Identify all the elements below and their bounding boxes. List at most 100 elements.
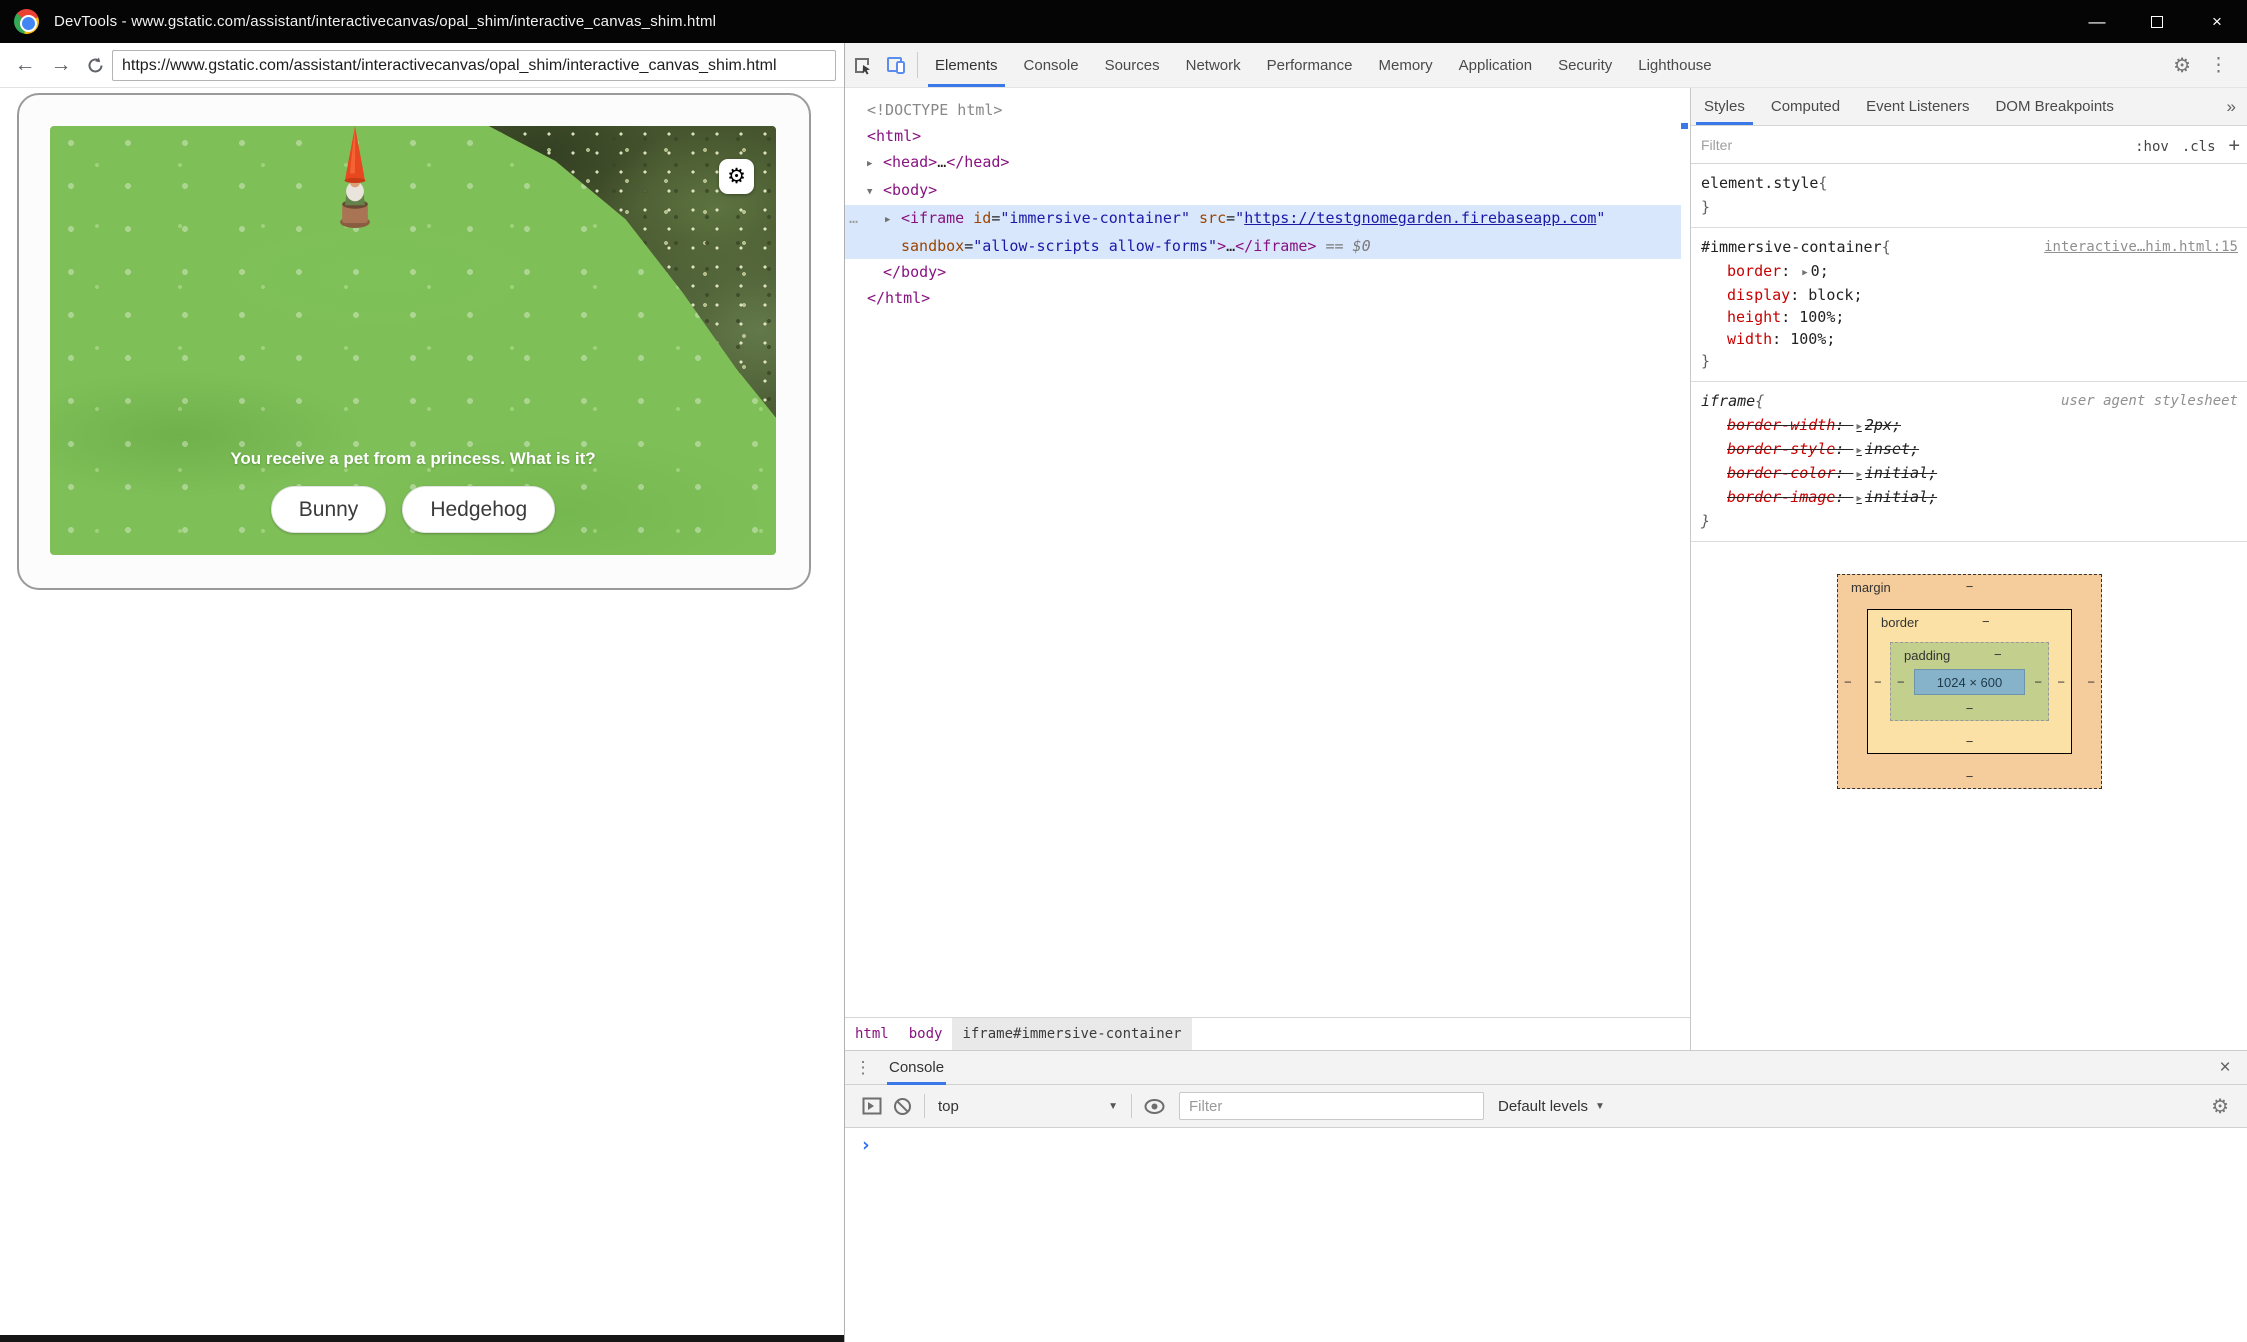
tab-memory[interactable]: Memory xyxy=(1366,43,1446,87)
css-selector[interactable]: #immersive-container xyxy=(1701,235,1882,260)
tab-console[interactable]: Console xyxy=(1011,43,1092,87)
choice-button-hedgehog[interactable]: Hedgehog xyxy=(402,486,555,533)
margin-bottom-value: − xyxy=(1966,769,1974,784)
property-value: 100% xyxy=(1790,330,1826,348)
log-levels-select[interactable]: Default levels ▼ xyxy=(1498,1098,1605,1115)
property-colon: : xyxy=(1781,308,1799,326)
choice-button-bunny[interactable]: Bunny xyxy=(271,486,387,533)
tab-security[interactable]: Security xyxy=(1545,43,1625,87)
box-model-content: 1024 × 600 xyxy=(1914,669,2025,695)
console-filter-input[interactable] xyxy=(1179,1092,1484,1120)
code-token: <html> xyxy=(867,127,921,145)
rule-selector-line: iframe {user agent stylesheet xyxy=(1701,389,2238,414)
css-property[interactable]: width: 100%; xyxy=(1701,328,2238,350)
css-rule: iframe {user agent stylesheetborder-widt… xyxy=(1691,382,2247,542)
property-name: display xyxy=(1727,286,1790,304)
game-canvas: ⚙ You receive a pet from a princess. Wha… xyxy=(50,126,776,555)
tab-network[interactable]: Network xyxy=(1173,43,1254,87)
minimize-button[interactable]: — xyxy=(2067,0,2127,43)
breadcrumb-body[interactable]: body xyxy=(899,1018,953,1050)
expand-value-arrow-icon[interactable]: ▶ xyxy=(1853,422,1864,432)
game-settings-button[interactable]: ⚙ xyxy=(719,159,754,194)
dom-tree-node[interactable]: ▼<body> xyxy=(845,177,1690,205)
settings-gear-button[interactable]: ⚙ xyxy=(2164,53,2200,78)
sidebar-tab-computed[interactable]: Computed xyxy=(1758,88,1853,125)
expanded-arrow-icon[interactable]: ▼ xyxy=(867,179,883,205)
css-property[interactable]: border-color: ▶initial; xyxy=(1701,462,2238,486)
toggle-cls[interactable]: .cls xyxy=(2182,139,2216,155)
code-token: id xyxy=(964,209,991,227)
tab-lighthouse[interactable]: Lighthouse xyxy=(1625,43,1724,87)
property-colon: : xyxy=(1835,416,1853,434)
sidebar-tab-event-listeners[interactable]: Event Listeners xyxy=(1853,88,1982,125)
css-property[interactable]: border: ▶0; xyxy=(1701,260,2238,284)
console-settings-button[interactable]: ⚙ xyxy=(2211,1094,2235,1119)
dom-tree-node[interactable]: ▶<head>…</head> xyxy=(845,149,1690,177)
console-sidebar-toggle[interactable] xyxy=(857,1097,887,1115)
console-messages[interactable]: › xyxy=(845,1128,2247,1342)
css-property[interactable]: display: block; xyxy=(1701,284,2238,306)
margin-left-value: − xyxy=(1844,674,1852,689)
maximize-button[interactable] xyxy=(2127,0,2187,43)
stylesheet-source-link[interactable]: interactive…him.html:15 xyxy=(2044,235,2238,260)
forward-button[interactable]: → xyxy=(50,53,72,77)
border-top-value: − xyxy=(1982,614,1990,629)
node-menu-icon[interactable]: … xyxy=(849,205,859,231)
breadcrumb-html[interactable]: html xyxy=(845,1018,899,1050)
css-selector[interactable]: element.style xyxy=(1701,171,1818,196)
device-toolbar-button[interactable] xyxy=(879,43,913,87)
close-button[interactable]: × xyxy=(2187,0,2247,43)
live-expression-button[interactable] xyxy=(1139,1099,1169,1114)
dom-tree-node[interactable]: sandbox="allow-scripts allow-forms">…</i… xyxy=(845,233,1681,259)
dom-tree-node[interactable]: <html> xyxy=(845,123,1690,149)
css-property[interactable]: border-image: ▶initial; xyxy=(1701,486,2238,510)
dom-tree-node[interactable]: <!DOCTYPE html> xyxy=(845,97,1690,123)
reload-button[interactable] xyxy=(86,56,108,75)
dom-tree-node[interactable]: …▶<iframe id="immersive-container" src="… xyxy=(845,205,1681,233)
box-model-diagram[interactable]: margin − − − − border − − − − padding − … xyxy=(1837,574,2102,789)
drawer-close-button[interactable]: × xyxy=(2203,1051,2247,1084)
css-property[interactable]: height: 100%; xyxy=(1701,306,2238,328)
customize-menu-button[interactable]: ⋮ xyxy=(2200,54,2237,77)
property-value: initial xyxy=(1865,488,1928,506)
dom-tree-node[interactable]: </html> xyxy=(845,285,1690,311)
attribute-link[interactable]: https://testgnomegarden.firebaseapp.com xyxy=(1244,209,1596,227)
tab-sources[interactable]: Sources xyxy=(1092,43,1173,87)
expand-value-arrow-icon[interactable]: ▶ xyxy=(1853,494,1864,504)
chevron-down-icon: ▼ xyxy=(1108,1101,1118,1112)
clear-console-button[interactable] xyxy=(887,1097,917,1116)
dom-tree-node[interactable]: </body> xyxy=(845,259,1690,285)
new-style-rule-button[interactable]: + xyxy=(2229,134,2240,156)
more-tabs-icon[interactable]: » xyxy=(2215,88,2247,125)
back-button[interactable]: ← xyxy=(14,53,36,77)
drawer-menu-icon[interactable]: ⋮ xyxy=(845,1051,881,1084)
chevron-down-icon: ▼ xyxy=(1595,1101,1605,1112)
collapsed-arrow-icon[interactable]: ▶ xyxy=(885,207,901,233)
sidebar-tab-dom-breakpoints[interactable]: DOM Breakpoints xyxy=(1982,88,2126,125)
css-property[interactable]: border-width: ▶2px; xyxy=(1701,414,2238,438)
tab-elements[interactable]: Elements xyxy=(922,43,1011,87)
expand-value-arrow-icon[interactable]: ▶ xyxy=(1799,268,1810,278)
expand-value-arrow-icon[interactable]: ▶ xyxy=(1853,470,1864,480)
toggle-hov[interactable]: :hov xyxy=(2135,139,2169,155)
url-input[interactable] xyxy=(112,50,836,81)
styles-filter-input[interactable] xyxy=(1699,132,2122,158)
inspect-element-button[interactable] xyxy=(845,43,879,87)
padding-right-value: − xyxy=(2034,674,2042,689)
open-brace: { xyxy=(1882,235,1891,260)
tab-performance[interactable]: Performance xyxy=(1254,43,1366,87)
game-choice-buttons: Bunny Hedgehog xyxy=(50,486,776,533)
expand-value-arrow-icon[interactable]: ▶ xyxy=(1853,446,1864,456)
sidebar-tab-styles[interactable]: Styles xyxy=(1691,88,1758,125)
tab-application[interactable]: Application xyxy=(1446,43,1545,87)
breadcrumb-iframe[interactable]: iframe#immersive-container xyxy=(952,1018,1191,1050)
collapsed-arrow-icon[interactable]: ▶ xyxy=(867,151,883,177)
dom-tree: <!DOCTYPE html> <html> ▶<head>…</head>▼<bo… xyxy=(845,88,1690,1017)
console-prompt-chevron[interactable]: › xyxy=(860,1134,871,1156)
javascript-context-select[interactable]: top ▼ xyxy=(932,1098,1124,1115)
css-selector[interactable]: iframe xyxy=(1701,389,1755,414)
console-drawer-tab[interactable]: Console xyxy=(887,1051,946,1084)
margin-top-value: − xyxy=(1966,579,1974,594)
css-property[interactable]: border-style: ▶inset; xyxy=(1701,438,2238,462)
property-name: border-style xyxy=(1727,440,1835,458)
